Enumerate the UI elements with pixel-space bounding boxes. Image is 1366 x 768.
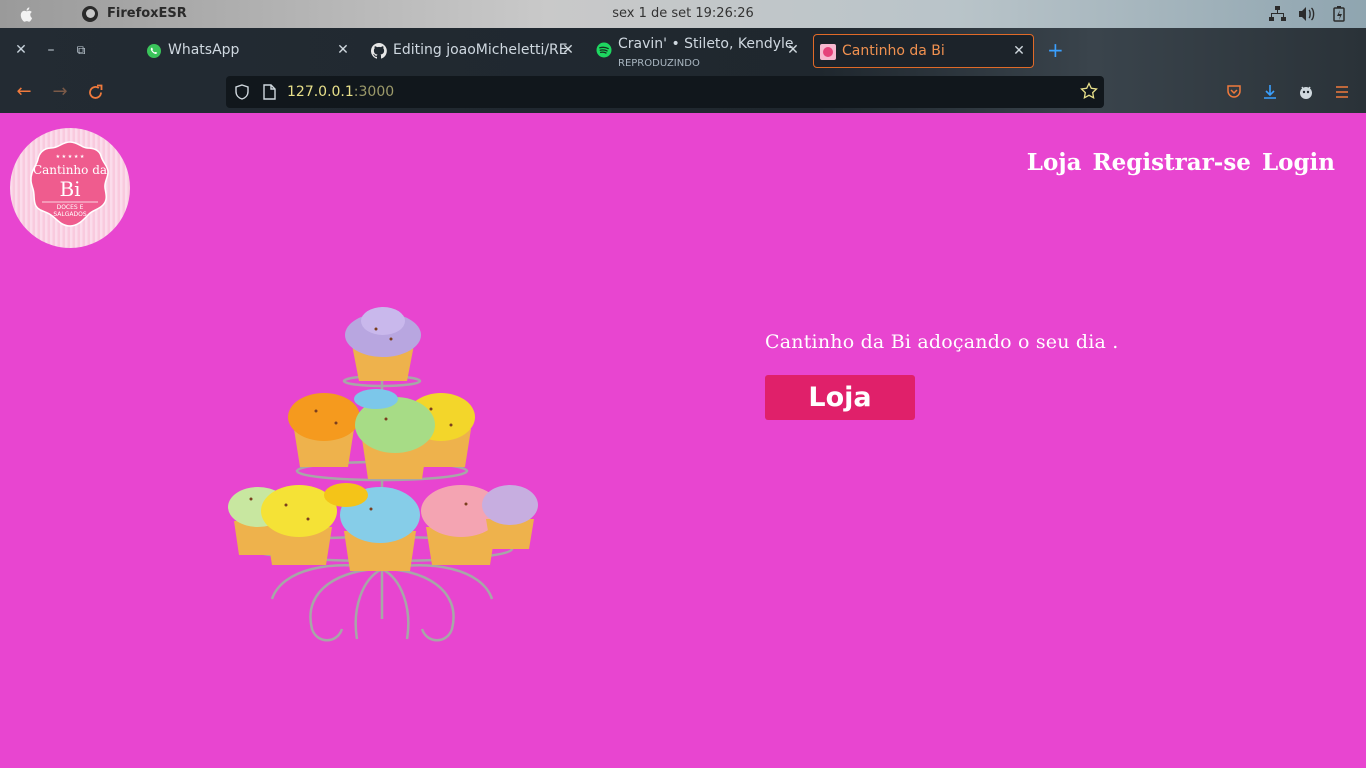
site-logo[interactable]: Cantinho da Bi DOCES E SALGADOS ★ ★ ★ ★ … [10,128,130,248]
system-clock[interactable]: sex 1 de set 19:26:26 [0,6,1366,21]
page-info-icon[interactable] [263,84,276,100]
page-body: Cantinho da Bi DOCES E SALGADOS ★ ★ ★ ★ … [0,113,1366,768]
tab-spotify[interactable]: Cravin' • Stileto, Kendyle REPRODUZINDO … [590,34,805,68]
close-tab-icon[interactable]: ✕ [336,42,350,58]
svg-text:Cantinho da: Cantinho da [33,163,107,177]
shop-button[interactable]: Loja [765,375,915,420]
close-tab-icon[interactable]: ✕ [786,42,800,58]
tab-cantinho-da-bi[interactable]: Cantinho da Bi ✕ [813,34,1034,68]
site-favicon-icon [820,44,836,60]
menu-hamburger-icon[interactable] [1334,84,1350,100]
downloads-icon[interactable] [1262,84,1278,100]
forward-button[interactable]: → [51,82,69,102]
svg-text:SALGADOS: SALGADOS [53,211,86,218]
url-text[interactable]: 127.0.0.1:3000 [287,84,394,100]
back-button[interactable]: ← [15,82,33,102]
main-nav: Loja Registrar-se Login [1027,149,1335,176]
network-icon[interactable] [1269,6,1286,22]
minimize-window-icon[interactable]: – [43,42,59,58]
browser-chrome: ✕ – ⧉ WhatsApp ✕ Editing joaoMicheletti/… [0,28,1366,113]
tab-title: Editing joaoMicheletti/RE [393,42,568,58]
os-top-bar: FirefoxESR sex 1 de set 19:26:26 [0,0,1366,28]
svg-text:DOCES E: DOCES E [57,204,84,211]
tab-title: WhatsApp [168,42,240,58]
tab-github[interactable]: Editing joaoMicheletti/RE ✕ [365,34,580,68]
new-tab-button[interactable]: + [1047,40,1064,60]
close-window-icon[interactable]: ✕ [13,42,29,58]
tab-title: Cravin' • Stileto, Kendyle [618,36,794,52]
tab-whatsapp[interactable]: WhatsApp ✕ [140,34,355,68]
bookmark-star-icon[interactable] [1080,82,1098,100]
svg-text:★ ★ ★ ★ ★: ★ ★ ★ ★ ★ [56,154,85,160]
tab-title: Cantinho da Bi [842,43,945,59]
nav-link-registrar[interactable]: Registrar-se [1093,149,1251,176]
nav-link-login[interactable]: Login [1262,149,1335,176]
github-icon [371,43,387,59]
close-tab-icon[interactable]: ✕ [561,42,575,58]
volume-icon[interactable] [1298,6,1315,22]
tab-playing-status: REPRODUZINDO [618,58,700,68]
pocket-icon[interactable] [1226,84,1242,100]
spotify-icon [596,42,612,58]
nav-link-loja[interactable]: Loja [1027,149,1082,176]
whatsapp-icon [147,44,161,58]
cupcake-stand-image [228,307,538,642]
hero-tagline: Cantinho da Bi adoçando o seu dia . [765,331,1119,353]
maximize-window-icon[interactable]: ⧉ [73,42,89,58]
close-tab-icon[interactable]: ✕ [1012,43,1026,59]
shield-icon[interactable] [234,84,250,100]
address-bar[interactable]: 127.0.0.1:3000 [226,76,1104,108]
extension-icon[interactable] [1298,84,1314,100]
svg-text:Bi: Bi [59,177,80,201]
battery-power-icon[interactable] [1331,6,1348,22]
reload-icon[interactable] [87,84,104,101]
